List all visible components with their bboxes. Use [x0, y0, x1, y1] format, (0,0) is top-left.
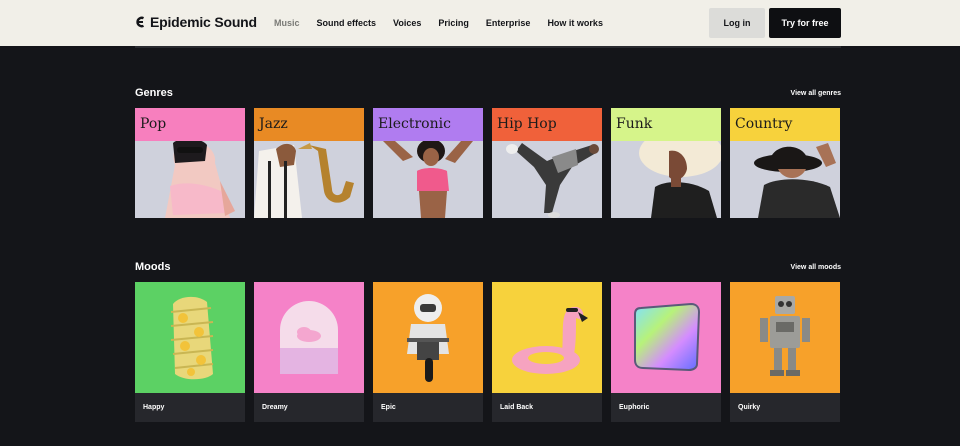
mood-card-laid-back[interactable]: Laid Back [492, 282, 602, 422]
mood-label-bar: Quirky [730, 393, 840, 422]
mood-card-epic[interactable]: Epic [373, 282, 483, 422]
section-divider [135, 46, 841, 48]
iridescent-tile-icon [611, 282, 721, 393]
genres-heading: Genres [135, 87, 173, 99]
genre-label: Funk [616, 116, 653, 132]
saxophonist-photo [254, 141, 364, 218]
brand-name: Epidemic Sound [150, 14, 257, 30]
mood-card-dreamy[interactable]: Dreamy [254, 282, 364, 422]
nav-how-it-works[interactable]: How it works [547, 18, 603, 28]
mood-label-bar: Dreamy [254, 393, 364, 422]
moods-heading: Moods [135, 261, 171, 273]
dancer-photo [373, 141, 483, 218]
nav-voices[interactable]: Voices [393, 18, 421, 28]
mood-card-quirky[interactable]: Quirky [730, 282, 840, 422]
genre-card-hip-hop[interactable]: Hip Hop [492, 108, 602, 218]
pop-singer-photo [135, 141, 245, 218]
breakdancer-photo [492, 141, 602, 218]
mood-label: Happy [143, 404, 165, 411]
mood-label-bar: Euphoric [611, 393, 721, 422]
mood-label-bar: Happy [135, 393, 245, 422]
log-in-button[interactable]: Log in [709, 8, 765, 38]
astronaut-motorbike-icon [373, 282, 483, 393]
smiley-tape-icon [135, 282, 245, 393]
mood-grid: Happy Dreamy Epic Laid Back Euphoric Qui… [135, 282, 840, 422]
mood-label-bar: Laid Back [492, 393, 602, 422]
genre-label: Jazz [259, 116, 288, 132]
genre-grid: Pop Jazz Electronic Hip Hop Funk Country [135, 108, 840, 218]
mood-label: Epic [381, 404, 396, 411]
nav-enterprise[interactable]: Enterprise [486, 18, 531, 28]
nav-sound-effects[interactable]: Sound effects [317, 18, 377, 28]
genre-label: Pop [140, 116, 167, 132]
genre-card-funk[interactable]: Funk [611, 108, 721, 218]
view-all-moods-link[interactable]: View all moods [791, 264, 841, 271]
main-nav: Music Sound effects Voices Pricing Enter… [274, 18, 620, 28]
top-navigation-bar: Epidemic Sound Music Sound effects Voice… [0, 0, 960, 46]
epidemic-logo-icon [136, 16, 145, 28]
genre-card-jazz[interactable]: Jazz [254, 108, 364, 218]
mood-label: Euphoric [619, 404, 650, 411]
flamingo-float-icon [492, 282, 602, 393]
mood-card-happy[interactable]: Happy [135, 282, 245, 422]
genre-card-country[interactable]: Country [730, 108, 840, 218]
try-for-free-button[interactable]: Try for free [769, 8, 841, 38]
funk-singer-photo [611, 141, 721, 218]
genre-card-pop[interactable]: Pop [135, 108, 245, 218]
view-all-genres-link[interactable]: View all genres [791, 90, 841, 97]
genre-label: Country [735, 116, 793, 132]
mood-label: Dreamy [262, 404, 288, 411]
mood-label: Quirky [738, 404, 761, 411]
mood-card-euphoric[interactable]: Euphoric [611, 282, 721, 422]
mood-label-bar: Epic [373, 393, 483, 422]
genre-label: Electronic [378, 116, 451, 132]
genre-card-electronic[interactable]: Electronic [373, 108, 483, 218]
brand-logo[interactable]: Epidemic Sound [135, 14, 257, 30]
nav-pricing[interactable]: Pricing [438, 18, 469, 28]
cowboy-photo [730, 141, 840, 218]
toy-robot-icon [730, 282, 840, 393]
genre-label: Hip Hop [497, 116, 557, 132]
mood-label: Laid Back [500, 404, 534, 411]
nav-music[interactable]: Music [274, 18, 300, 28]
cloud-arch-icon [254, 282, 364, 393]
